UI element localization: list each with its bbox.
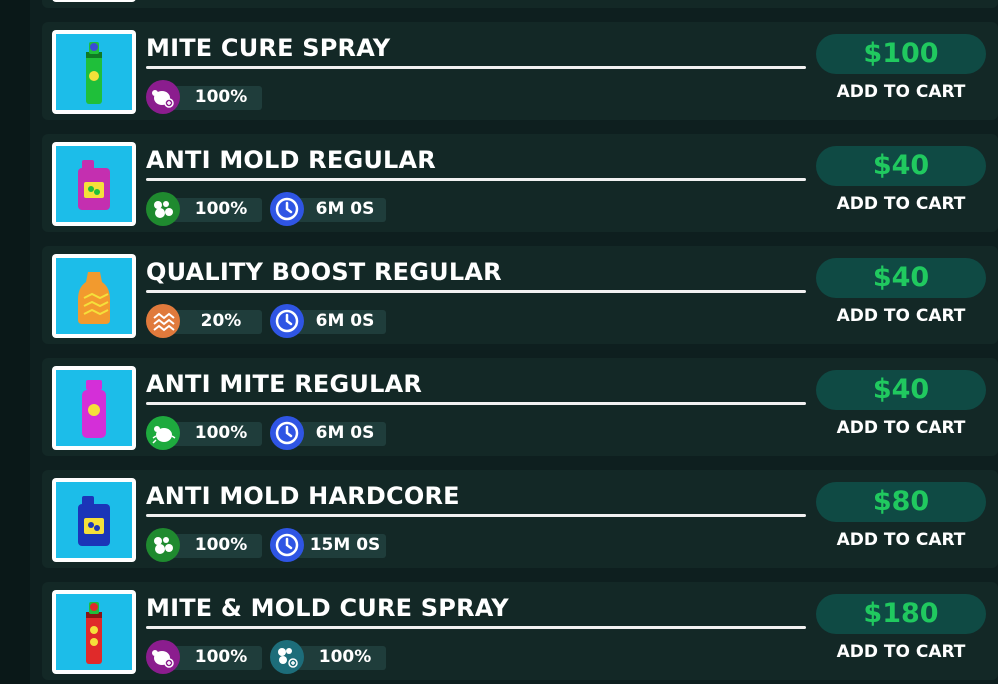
product-title: MITE & MOLD CURE SPRAY <box>146 594 509 622</box>
timer-icon <box>275 421 299 445</box>
product-thumbnail <box>52 254 136 338</box>
product-row: QUALITY BOOST REGULAR 20% 6M 0S $40 ADD … <box>42 246 998 344</box>
product-row-partial <box>42 0 998 8</box>
blue-jerrycan-icon <box>78 496 110 546</box>
product-thumbnail <box>52 0 136 2</box>
title-divider <box>146 66 806 69</box>
mold-icon <box>154 537 173 554</box>
mite-cure-icon <box>152 90 174 108</box>
price-badge: $40 <box>816 258 986 298</box>
title-divider <box>146 402 806 405</box>
product-thumbnail <box>52 478 136 562</box>
timer-icon <box>275 309 299 333</box>
add-to-cart-button[interactable]: ADD TO CART <box>816 306 986 326</box>
price-badge: $40 <box>816 146 986 186</box>
pink-jerrycan-icon <box>78 160 110 210</box>
product-title: QUALITY BOOST REGULAR <box>146 258 502 286</box>
magenta-bottle-icon <box>82 380 106 438</box>
product-row: MITE & MOLD CURE SPRAY 100% 100% $180 AD… <box>42 582 998 680</box>
add-to-cart-button[interactable]: ADD TO CART <box>816 418 986 438</box>
stat-value: 100% <box>194 199 248 219</box>
price-badge: $180 <box>816 594 986 634</box>
product-thumbnail <box>52 590 136 674</box>
add-to-cart-button[interactable]: ADD TO CART <box>816 530 986 550</box>
price-badge: $40 <box>816 370 986 410</box>
product-title: ANTI MOLD REGULAR <box>146 146 436 174</box>
stat-value: 100% <box>194 535 248 555</box>
stat-value: 100% <box>194 423 248 443</box>
product-row: MITE CURE SPRAY 100% $100 ADD TO CART <box>42 22 998 120</box>
title-divider <box>146 178 806 181</box>
product-list: MITE CURE SPRAY 100% $100 ADD TO CART AN… <box>42 0 998 684</box>
product-row: ANTI MOLD REGULAR 100% 6M 0S $40 ADD TO … <box>42 134 998 232</box>
product-thumbnail <box>52 366 136 450</box>
stat-value: 100% <box>194 647 248 667</box>
add-to-cart-button[interactable]: ADD TO CART <box>816 642 986 662</box>
price-badge: $100 <box>816 34 986 74</box>
stat-value: 6M 0S <box>315 311 375 331</box>
green-spray-can-icon <box>86 42 102 104</box>
title-divider <box>146 514 806 517</box>
add-to-cart-button[interactable]: ADD TO CART <box>816 82 986 102</box>
mite-cure-icon <box>152 650 174 668</box>
title-divider <box>146 626 806 629</box>
title-divider <box>146 290 806 293</box>
stat-value: 100% <box>318 647 372 667</box>
mold-icon <box>154 201 173 218</box>
scrollbar-track[interactable] <box>0 0 30 684</box>
stat-value: 15M 0S <box>309 535 381 555</box>
timer-icon <box>275 197 299 221</box>
product-thumbnail <box>52 142 136 226</box>
price-badge: $80 <box>816 482 986 522</box>
mold-cure-icon <box>278 648 298 668</box>
anti-mite-icon <box>152 426 176 444</box>
product-row: ANTI MITE REGULAR 100% 6M 0S $40 ADD TO … <box>42 358 998 456</box>
stat-value: 6M 0S <box>315 199 375 219</box>
stat-value: 6M 0S <box>315 423 375 443</box>
product-thumbnail <box>52 30 136 114</box>
product-title: ANTI MOLD HARDCORE <box>146 482 460 510</box>
stat-value: 100% <box>194 87 248 107</box>
red-spray-can-icon <box>86 602 102 664</box>
product-title: ANTI MITE REGULAR <box>146 370 423 398</box>
timer-icon <box>275 533 299 557</box>
add-to-cart-button[interactable]: ADD TO CART <box>816 194 986 214</box>
product-title: MITE CURE SPRAY <box>146 34 391 62</box>
product-row: ANTI MOLD HARDCORE 100% 15M 0S $80 ADD T… <box>42 470 998 568</box>
orange-bottle-icon <box>78 272 110 324</box>
quality-boost-icon <box>153 312 175 332</box>
stat-value: 20% <box>200 311 242 331</box>
